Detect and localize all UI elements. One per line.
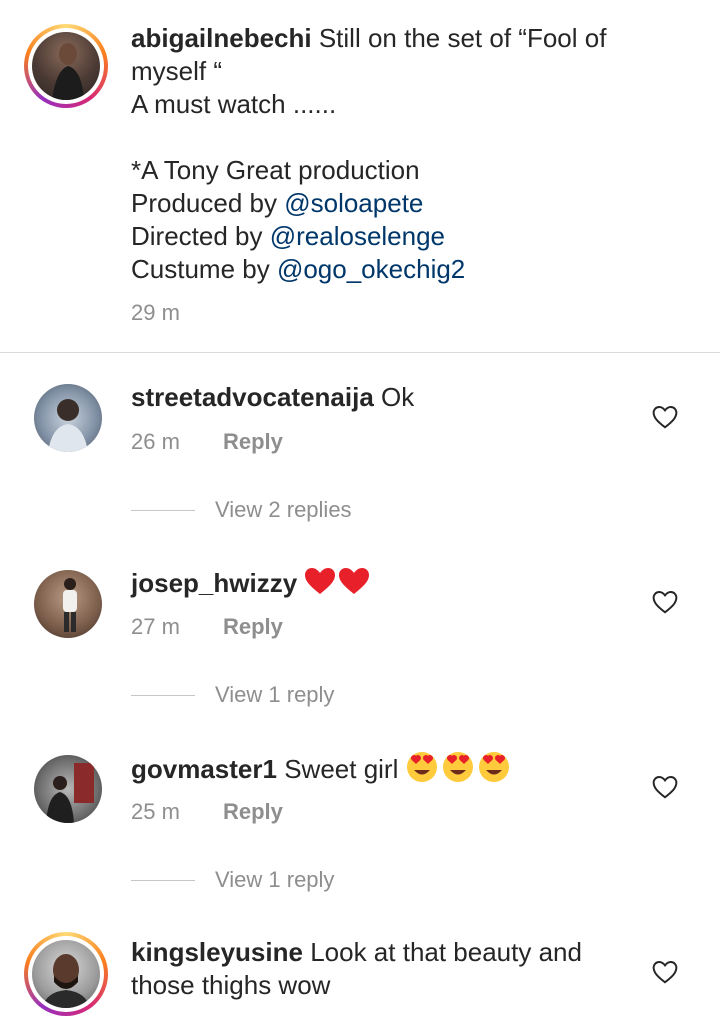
comment-timestamp: 26 m [131, 429, 180, 454]
like-heart-icon[interactable] [652, 590, 678, 614]
view-replies-label: View 1 reply [215, 682, 335, 707]
person-photo-icon [42, 954, 90, 1008]
comment-timestamp: 25 m [131, 799, 180, 824]
view-replies-button[interactable]: View 2 replies [131, 497, 352, 523]
caption-divider [0, 352, 720, 353]
like-heart-icon[interactable] [652, 405, 678, 429]
produced-label: Produced by [131, 188, 285, 218]
directed-label: Directed by [131, 221, 270, 251]
reply-button[interactable]: Reply [223, 429, 283, 455]
comment-body-line-2: those thighs wow [131, 970, 331, 1000]
caption-line-1: Still on the set of “Fool of [318, 23, 607, 53]
view-replies-label: View 2 replies [215, 497, 352, 522]
comment-avatar-ring[interactable] [24, 932, 108, 1016]
replies-line [131, 879, 195, 881]
comment-avatar[interactable] [34, 755, 102, 823]
caption-text: abigailnebechi Still on the set of “Fool… [131, 22, 691, 286]
person-photo-icon [63, 578, 77, 632]
caption-timestamp: 29 m [131, 300, 180, 325]
caption-avatar [32, 32, 100, 100]
person-photo-icon [52, 43, 84, 100]
comment-text: josep_hwizzy [131, 566, 691, 604]
caption-avatar-ring[interactable] [24, 24, 108, 108]
comment-avatar[interactable] [34, 570, 102, 638]
person-photo-icon [48, 399, 88, 452]
view-replies-label: View 1 reply [215, 867, 335, 892]
person-photo-icon [46, 763, 94, 823]
comment-body: Look at that beauty and [310, 937, 582, 967]
mention-link[interactable]: @realoselenge [270, 221, 445, 251]
view-replies-button[interactable]: View 1 reply [131, 867, 334, 893]
red-heart-emoji [304, 566, 370, 604]
comment-username[interactable]: streetadvocatenaija [131, 382, 374, 412]
caption-line-2: myself “ [131, 56, 222, 86]
comment-username[interactable]: kingsleyusine [131, 937, 303, 967]
comment-username[interactable]: govmaster1 [131, 754, 277, 784]
comment-text: kingsleyusine Look at that beauty and th… [131, 936, 691, 1002]
comment-username[interactable]: josep_hwizzy [131, 568, 297, 598]
replies-line [131, 509, 195, 511]
view-replies-button[interactable]: View 1 reply [131, 682, 334, 708]
reply-button[interactable]: Reply [223, 799, 283, 825]
comment-text: govmaster1 Sweet girl [131, 751, 691, 791]
caption-username[interactable]: abigailnebechi [131, 23, 312, 53]
caption-line-3: A must watch ...... [131, 89, 337, 119]
caption-line-4: *A Tony Great production [131, 155, 420, 185]
costume-label: Custume by [131, 254, 277, 284]
reply-button[interactable]: Reply [223, 614, 283, 640]
comment-body: Ok [381, 382, 415, 412]
comment-body: Sweet girl [284, 753, 399, 784]
replies-line [131, 694, 195, 696]
mention-link[interactable]: @ogo_okechig2 [277, 254, 465, 284]
like-heart-icon[interactable] [652, 775, 678, 799]
heart-eyes-emoji [406, 751, 510, 791]
like-heart-icon[interactable] [652, 960, 678, 984]
comment-avatar [32, 940, 100, 1008]
comment-timestamp: 27 m [131, 614, 180, 639]
mention-link[interactable]: @soloapete [284, 188, 423, 218]
comment-avatar[interactable] [34, 384, 102, 452]
comment-text: streetadvocatenaija Ok [131, 381, 691, 414]
